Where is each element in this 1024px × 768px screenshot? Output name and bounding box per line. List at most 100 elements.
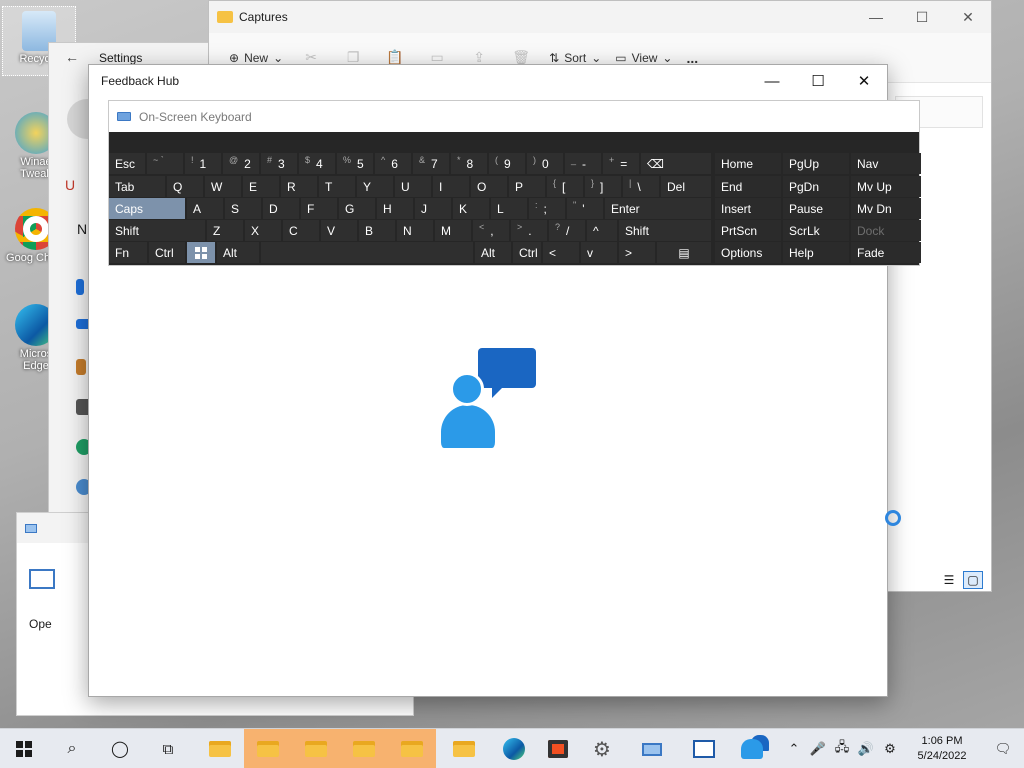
- key-i[interactable]: I: [433, 176, 469, 197]
- key-q[interactable]: Q: [167, 176, 203, 197]
- key-[interactable]: :;: [529, 198, 565, 219]
- taskbar-osk[interactable]: [628, 729, 676, 768]
- key-pgup[interactable]: PgUp: [783, 153, 849, 174]
- key-[interactable]: + =: [603, 153, 639, 174]
- key-c[interactable]: C: [283, 220, 319, 241]
- start-button[interactable]: [0, 729, 48, 768]
- key-8[interactable]: * 8: [451, 153, 487, 174]
- key-pgdn[interactable]: PgDn: [783, 176, 849, 197]
- task-view-button[interactable]: ⧉: [144, 729, 192, 768]
- key-[interactable]: <,: [473, 220, 509, 241]
- key-fn[interactable]: Fn: [109, 242, 147, 263]
- key-o[interactable]: O: [471, 176, 507, 197]
- key-e[interactable]: E: [243, 176, 279, 197]
- key-d[interactable]: D: [263, 198, 299, 219]
- key-7[interactable]: & 7: [413, 153, 449, 174]
- key-esc[interactable]: Esc: [109, 153, 145, 174]
- key-9[interactable]: (9: [489, 153, 525, 174]
- close-button[interactable]: ✕: [841, 65, 887, 97]
- key-v[interactable]: V: [321, 220, 357, 241]
- key-x[interactable]: X: [245, 220, 281, 241]
- key-shift[interactable]: Shift: [619, 220, 711, 241]
- key-alt[interactable]: Alt: [217, 242, 259, 263]
- taskbar-feedback-hub[interactable]: [728, 729, 776, 768]
- taskbar-explorer[interactable]: [244, 729, 292, 768]
- key-help[interactable]: Help: [783, 242, 849, 263]
- key-z[interactable]: Z: [207, 220, 243, 241]
- key-fade[interactable]: Fade: [851, 242, 921, 263]
- key-[interactable]: >: [619, 242, 655, 263]
- microphone-icon[interactable]: 🎤: [806, 741, 830, 757]
- taskbar-explorer[interactable]: [340, 729, 388, 768]
- search-button[interactable]: ⌕: [48, 729, 96, 768]
- key-y[interactable]: Y: [357, 176, 393, 197]
- taskbar-settings[interactable]: ⚙: [578, 729, 626, 768]
- taskbar-explorer[interactable]: [196, 729, 244, 768]
- osk-titlebar[interactable]: On-Screen Keyboard: [109, 101, 919, 132]
- view-button[interactable]: ▭ View ⌄: [615, 51, 672, 65]
- key-options[interactable]: Options: [715, 242, 781, 263]
- key-end[interactable]: End: [715, 176, 781, 197]
- taskbar-edge[interactable]: [490, 729, 538, 768]
- key-caps[interactable]: Caps: [109, 198, 185, 219]
- windows-key[interactable]: [187, 242, 215, 263]
- space-key[interactable]: ~ `: [147, 153, 183, 174]
- back-arrow-icon[interactable]: ←: [65, 49, 79, 65]
- sort-button[interactable]: ⇅ Sort ⌄: [549, 51, 601, 65]
- key-[interactable]: " ': [567, 198, 603, 219]
- chevron-up-icon[interactable]: ⌃: [782, 741, 806, 757]
- on-screen-keyboard-window[interactable]: On-Screen Keyboard Esc ~ `! 1 @2 #3 $4% 5 ^ 6 & 7 *…: [108, 100, 921, 266]
- minimize-button[interactable]: —: [749, 65, 795, 97]
- network-icon[interactable]: 🖧: [830, 738, 854, 760]
- key-v[interactable]: v: [581, 242, 617, 263]
- key-del[interactable]: Del: [661, 176, 711, 197]
- maximize-button[interactable]: ☐: [899, 1, 945, 33]
- minimize-button[interactable]: —: [853, 1, 899, 33]
- taskbar-store[interactable]: [534, 729, 582, 768]
- key-scrlk[interactable]: ScrLk: [783, 220, 849, 241]
- details-view-icon[interactable]: ☰: [939, 571, 959, 589]
- key-s[interactable]: S: [225, 198, 261, 219]
- backspace-key[interactable]: ⌫: [641, 153, 711, 174]
- clock[interactable]: 1:06 PM 5/24/2022: [902, 734, 982, 764]
- key-k[interactable]: K: [453, 198, 489, 219]
- key-ctrl[interactable]: Ctrl: [513, 242, 541, 263]
- key-g[interactable]: G: [339, 198, 375, 219]
- key-u[interactable]: U: [395, 176, 431, 197]
- key-[interactable]: ^: [587, 220, 617, 241]
- personalization-icon[interactable]: [76, 359, 86, 375]
- key-p[interactable]: P: [509, 176, 545, 197]
- key-f[interactable]: F: [301, 198, 337, 219]
- new-button[interactable]: ⊕ New ⌄: [229, 51, 283, 65]
- key-[interactable]: {[: [547, 176, 583, 197]
- key-1[interactable]: ! 1: [185, 153, 221, 174]
- key-j[interactable]: J: [415, 198, 451, 219]
- key-mv-dn[interactable]: Mv Dn: [851, 198, 921, 219]
- key-home[interactable]: Home: [715, 153, 781, 174]
- key-m[interactable]: M: [435, 220, 471, 241]
- key-b[interactable]: B: [359, 220, 395, 241]
- maximize-button[interactable]: ☐: [795, 65, 841, 97]
- key-enter[interactable]: Enter: [605, 198, 711, 219]
- key-w[interactable]: W: [205, 176, 241, 197]
- space-key[interactable]: [261, 242, 473, 263]
- key-prtscn[interactable]: PrtScn: [715, 220, 781, 241]
- volume-icon[interactable]: 🔊: [854, 741, 878, 757]
- taskbar-explorer[interactable]: [292, 729, 340, 768]
- bluetooth-icon[interactable]: [76, 279, 84, 295]
- key-shift[interactable]: Shift: [109, 220, 205, 241]
- key-2[interactable]: @2: [223, 153, 259, 174]
- taskbar-explorer[interactable]: [440, 729, 488, 768]
- key-dock[interactable]: Dock: [851, 220, 921, 241]
- key-[interactable]: _ -: [565, 153, 601, 174]
- key-alt[interactable]: Alt: [475, 242, 511, 263]
- key-[interactable]: | \: [623, 176, 659, 197]
- key-5[interactable]: % 5: [337, 153, 373, 174]
- key-a[interactable]: A: [187, 198, 223, 219]
- key-4[interactable]: $4: [299, 153, 335, 174]
- key-tab[interactable]: Tab: [109, 176, 165, 197]
- key-r[interactable]: R: [281, 176, 317, 197]
- key-0[interactable]: ) 0: [527, 153, 563, 174]
- key-mv-up[interactable]: Mv Up: [851, 176, 921, 197]
- key-nav[interactable]: Nav: [851, 153, 921, 174]
